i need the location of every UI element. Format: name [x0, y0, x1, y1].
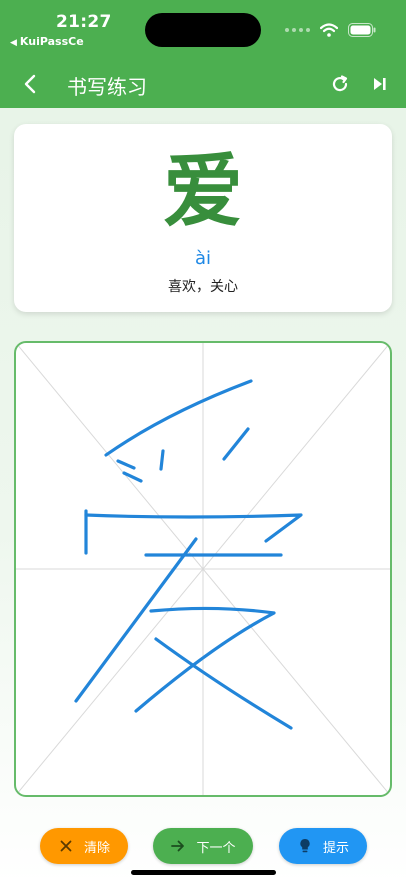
close-icon [58, 838, 74, 854]
page-title: 书写练习 [67, 75, 147, 99]
battery-icon [348, 23, 376, 37]
writing-canvas[interactable] [14, 341, 392, 797]
app-header: 21:27 ◀ KuiPassCe 书写练习 [0, 0, 406, 108]
stroke-3 [159, 449, 165, 471]
refresh-button[interactable] [326, 70, 354, 98]
wifi-icon [320, 23, 338, 37]
toolbar: 书写练习 [0, 60, 406, 108]
meaning-label: 喜欢，关心 [168, 279, 238, 295]
writing-grid-and-strokes [16, 343, 390, 795]
back-button[interactable] [14, 68, 46, 100]
stroke-1 [104, 379, 253, 457]
user-strokes [74, 379, 303, 730]
next-button[interactable]: 下一个 [153, 828, 253, 864]
stroke-5 [222, 427, 250, 461]
back-app-label: KuiPassCe [19, 35, 84, 48]
clear-button[interactable]: 清除 [40, 828, 128, 864]
chevron-left-icon [24, 74, 36, 94]
lightbulb-icon [297, 838, 313, 854]
skip-next-button[interactable] [366, 70, 394, 98]
arrow-right-icon [170, 838, 186, 854]
target-character: 爱 [163, 145, 243, 238]
next-label: 下一个 [196, 840, 236, 856]
stroke-10 [134, 606, 276, 713]
stroke-11 [154, 637, 293, 730]
hint-label: 提示 [322, 840, 349, 856]
stroke-7 [84, 513, 303, 543]
character-card: 爱 ài 喜欢，关心 [14, 124, 392, 312]
refresh-icon [332, 75, 348, 92]
dynamic-island [145, 13, 261, 47]
skip-next-icon [374, 78, 386, 90]
hint-button[interactable]: 提示 [279, 828, 367, 864]
signal-dots-icon [285, 28, 310, 32]
clear-label: 清除 [83, 840, 110, 856]
back-triangle-icon: ◀ [10, 38, 17, 48]
pinyin-label: ài [194, 248, 212, 269]
home-indicator [131, 870, 276, 875]
stroke-2 [116, 459, 136, 470]
status-back-app-link[interactable]: ◀ KuiPassCe [10, 35, 84, 48]
action-bar: 清除 下一个 提示 [0, 826, 406, 866]
status-icons [285, 20, 376, 40]
status-time: 21:27 [56, 12, 112, 32]
guide-grid [16, 343, 390, 795]
